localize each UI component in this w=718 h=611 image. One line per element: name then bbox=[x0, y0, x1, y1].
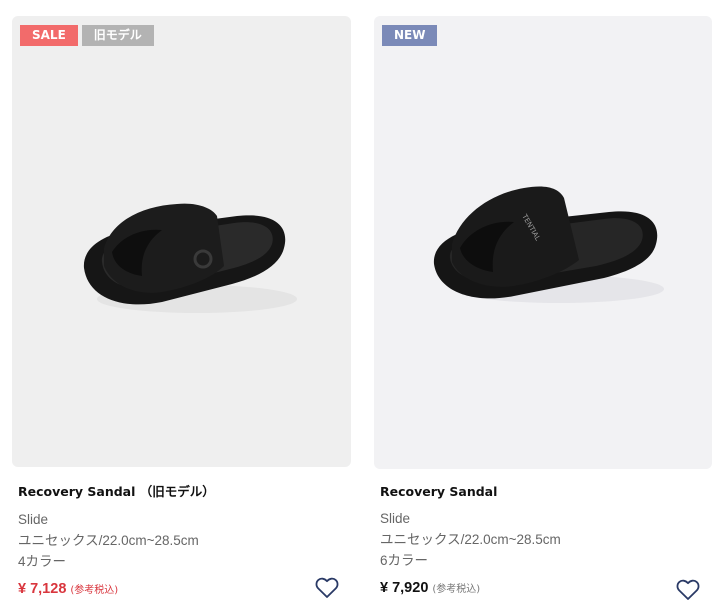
product-size: ユニセックス/22.0cm~28.5cm bbox=[380, 532, 561, 547]
favorite-heart-icon[interactable] bbox=[676, 579, 700, 601]
favorite-heart-icon[interactable] bbox=[315, 577, 339, 599]
product-price: ¥ 7,128 bbox=[18, 581, 67, 597]
new-badge: NEW bbox=[382, 25, 438, 46]
product-price: ¥ 7,920 bbox=[380, 580, 429, 596]
product-size: ユニセックス/22.0cm~28.5cm bbox=[18, 533, 199, 548]
tax-note: (参考税込) bbox=[432, 584, 481, 595]
product-card[interactable]: SALE 旧モデル Recovery Sandal （旧モデル） Slide ユ… bbox=[12, 0, 351, 598]
product-card[interactable]: TENTIAL NEW Recovery Sandal Slide ユニセックス… bbox=[374, 0, 712, 600]
product-category: Slide bbox=[18, 512, 49, 527]
product-category: Slide bbox=[380, 511, 411, 526]
slide-sandal-image bbox=[83, 203, 297, 313]
product-name[interactable]: Recovery Sandal bbox=[380, 484, 712, 499]
product-image[interactable]: TENTIAL NEW bbox=[374, 16, 712, 469]
product-image[interactable]: SALE 旧モデル bbox=[12, 16, 351, 467]
product-colors: 6カラー bbox=[380, 553, 429, 568]
tax-note: (参考税込) bbox=[70, 585, 119, 596]
slide-sandal-image: TENTIAL bbox=[433, 186, 664, 303]
old-model-badge: 旧モデル bbox=[81, 25, 154, 46]
product-name[interactable]: Recovery Sandal （旧モデル） bbox=[18, 481, 351, 500]
product-colors: 4カラー bbox=[18, 554, 67, 569]
sale-badge: SALE bbox=[20, 25, 78, 46]
